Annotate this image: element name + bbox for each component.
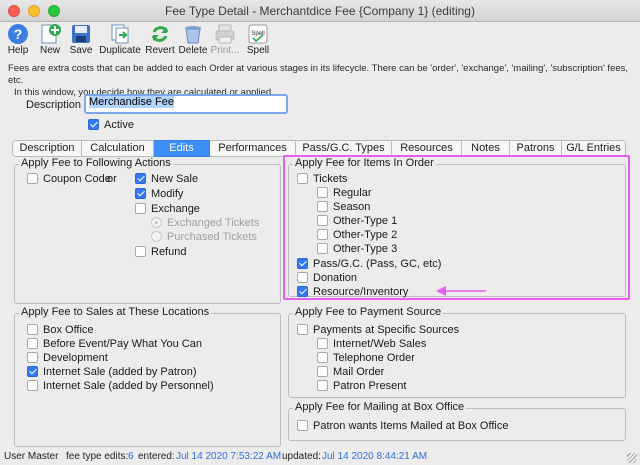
edits-tab-content: Apply Fee to Following Actions Coupon Co… [10, 155, 630, 447]
revert-icon [151, 26, 169, 42]
description-label: Description [26, 99, 82, 111]
internet-sale-patron-checkbox-row[interactable]: Internet Sale (added by Patron) [27, 366, 196, 378]
status-edits-label: fee type edits: [66, 451, 129, 462]
patron-mailed-checkbox[interactable] [297, 420, 308, 431]
fee-type-detail-window: Fee Type Detail - Merchantdice Fee {Comp… [0, 0, 640, 465]
refund-checkbox-row[interactable]: Refund [135, 246, 186, 258]
mail-order-checkbox[interactable] [317, 366, 328, 377]
tab-calculation[interactable]: Calculation [82, 140, 154, 157]
tab-description[interactable]: Description [12, 140, 82, 157]
active-checkbox-row[interactable]: Active [88, 119, 134, 131]
revert-button[interactable]: Revert [144, 22, 176, 58]
internet-web-checkbox-row[interactable]: Internet/Web Sales [317, 338, 426, 350]
duplicate-icon [111, 24, 129, 44]
development-checkbox[interactable] [27, 352, 38, 363]
actions-group: Apply Fee to Following Actions Coupon Co… [14, 157, 281, 304]
new-sale-checkbox[interactable] [135, 173, 146, 184]
or-text: or [107, 173, 117, 185]
status-entered-value: Jul 14 2020 7:53:22 AM [176, 451, 282, 462]
save-button[interactable]: Save [66, 22, 96, 58]
box-office-checkbox-row[interactable]: Box Office [27, 324, 94, 336]
save-icon [72, 25, 90, 43]
active-checkbox[interactable] [88, 119, 99, 130]
patron-mailed-checkbox-row[interactable]: Patron wants Items Mailed at Box Office [297, 420, 508, 432]
trash-icon [185, 26, 201, 44]
help-icon: ? [8, 24, 28, 44]
refund-checkbox[interactable] [135, 246, 146, 257]
exchanged-tickets-radio-row[interactable]: Exchanged Tickets [151, 217, 259, 229]
resize-grip-icon[interactable] [627, 453, 637, 463]
coupon-code-checkbox-row[interactable]: Coupon Code [27, 173, 111, 185]
before-event-checkbox-row[interactable]: Before Event/Pay What You Can [27, 338, 202, 350]
purchased-tickets-radio[interactable] [151, 231, 162, 242]
coupon-code-checkbox[interactable] [27, 173, 38, 184]
description-value: Merchandise Fee [89, 96, 174, 108]
before-event-checkbox[interactable] [27, 338, 38, 349]
tab-edits[interactable]: Edits [154, 140, 210, 157]
status-user: User Master [4, 451, 59, 462]
new-sale-checkbox-row[interactable]: New Sale [135, 173, 198, 185]
description-input[interactable]: Merchandise Fee [84, 94, 288, 114]
telephone-order-checkbox-row[interactable]: Telephone Order [317, 352, 415, 364]
specific-sources-checkbox-row[interactable]: Payments at Specific Sources [297, 324, 459, 336]
payment-source-group: Apply Fee to Payment Source Payments at … [288, 306, 626, 398]
development-checkbox-row[interactable]: Development [27, 352, 108, 364]
internet-web-checkbox[interactable] [317, 338, 328, 349]
highlight-arrow-icon [436, 286, 486, 296]
internet-sale-personnel-checkbox[interactable] [27, 380, 38, 391]
svg-text:?: ? [14, 26, 23, 42]
toolbar: ? Help New Save Duplicate Revert Delete … [0, 22, 640, 58]
delete-button[interactable]: Delete [178, 22, 208, 58]
new-icon [41, 24, 61, 44]
new-button[interactable]: New [36, 22, 64, 58]
exchange-checkbox[interactable] [135, 203, 146, 214]
window-title: Fee Type Detail - Merchantdice Fee {Comp… [165, 4, 475, 18]
duplicate-button[interactable]: Duplicate [98, 22, 142, 58]
print-icon [215, 24, 235, 44]
mailing-group: Apply Fee for Mailing at Box Office Patr… [288, 401, 626, 441]
spell-icon: Spell [248, 24, 268, 44]
modify-checkbox[interactable] [135, 188, 146, 199]
status-updated-value: Jul 14 2020 8:44:21 AM [322, 451, 428, 462]
spell-button[interactable]: Spell Spell [244, 22, 272, 58]
box-office-checkbox[interactable] [27, 324, 38, 335]
modify-checkbox-row[interactable]: Modify [135, 188, 183, 200]
print-button[interactable]: Print... [210, 22, 240, 58]
mail-order-checkbox-row[interactable]: Mail Order [317, 366, 384, 378]
patron-present-checkbox-row[interactable]: Patron Present [317, 380, 406, 392]
internet-sale-patron-checkbox[interactable] [27, 366, 38, 377]
internet-sale-personnel-checkbox-row[interactable]: Internet Sale (added by Personnel) [27, 380, 214, 392]
info-line-1: Fees are extra costs that can be added t… [8, 63, 629, 86]
status-edits-value: 6 [128, 451, 134, 462]
specific-sources-checkbox[interactable] [297, 324, 308, 335]
patron-present-checkbox[interactable] [317, 380, 328, 391]
exchange-checkbox-row[interactable]: Exchange [135, 203, 200, 215]
highlight-box [283, 155, 630, 300]
help-button[interactable]: ? Help [4, 22, 32, 58]
purchased-tickets-radio-row[interactable]: Purchased Tickets [151, 231, 257, 243]
status-bar: User Master fee type edits: 6 entered: J… [0, 449, 640, 465]
locations-group: Apply Fee to Sales at These Locations Bo… [14, 306, 281, 447]
status-entered-label: entered: [138, 451, 175, 462]
status-updated-label: updated: [282, 451, 321, 462]
telephone-order-checkbox[interactable] [317, 352, 328, 363]
exchanged-tickets-radio[interactable] [151, 217, 162, 228]
title-bar: Fee Type Detail - Merchantdice Fee {Comp… [0, 0, 640, 22]
